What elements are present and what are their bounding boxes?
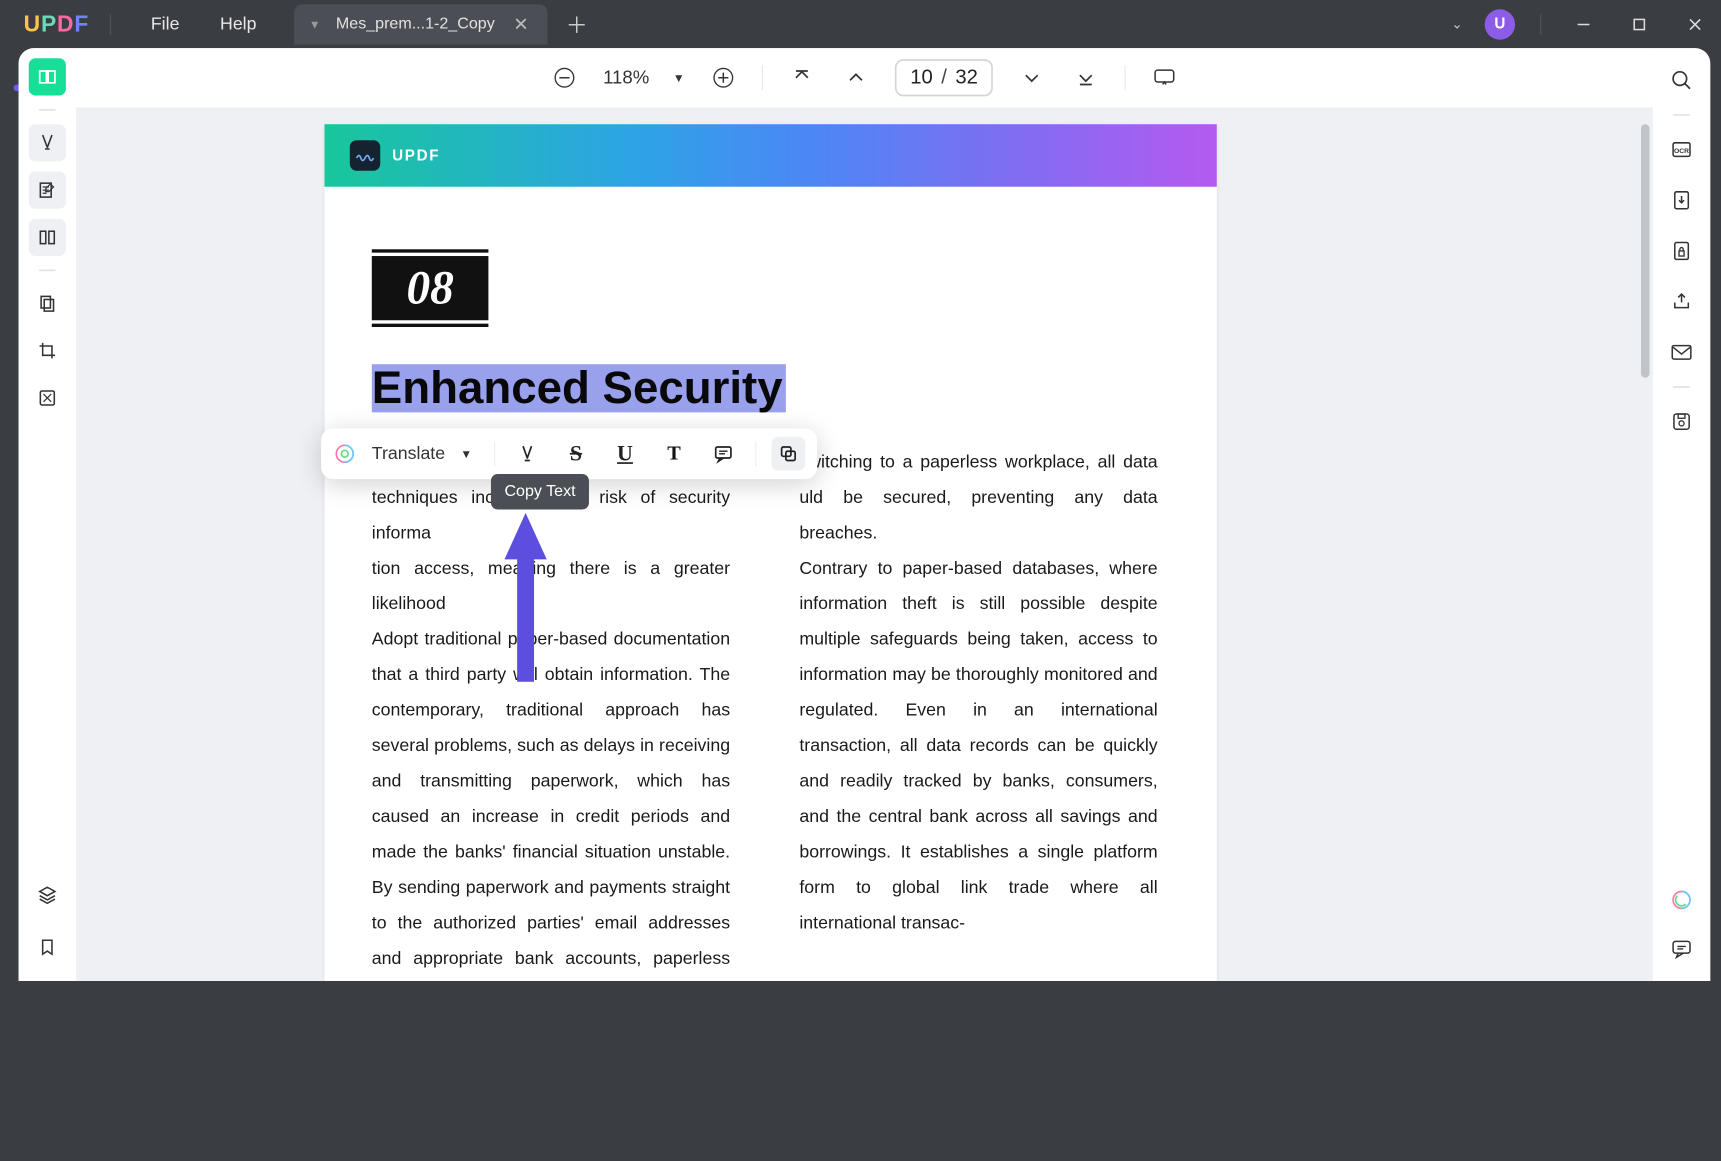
page-sep: / <box>941 66 947 90</box>
main-frame: 118% ▼ 10 / 32 <box>19 48 1711 981</box>
text-style-button[interactable]: T <box>657 437 691 471</box>
window-controls: ⌄ U <box>1451 0 1712 48</box>
underline-button[interactable]: U <box>608 437 642 471</box>
scrollbar[interactable] <box>1641 124 1649 964</box>
export-button[interactable] <box>1665 183 1699 217</box>
crop-tool-button[interactable] <box>29 332 66 369</box>
new-tab-button[interactable]: ＋ <box>566 8 588 39</box>
separator <box>1673 386 1690 388</box>
separator <box>39 109 56 111</box>
copy-text-button[interactable] <box>771 437 805 471</box>
minimize-button[interactable] <box>1567 7 1601 41</box>
separator <box>1673 114 1690 116</box>
app-logo: UPDF <box>24 11 90 37</box>
translate-icon <box>333 442 357 466</box>
svg-text:OCR: OCR <box>1674 148 1689 155</box>
save-button[interactable] <box>1665 405 1699 439</box>
maximize-button[interactable] <box>1622 7 1656 41</box>
document-tab[interactable]: ▼ Mes_prem...1-2_Copy ✕ <box>294 4 548 45</box>
page-tools-button[interactable] <box>29 285 66 322</box>
underline-icon: U <box>617 441 633 466</box>
menu-file[interactable]: File <box>131 5 200 42</box>
close-button[interactable] <box>1678 7 1712 41</box>
first-page-button[interactable] <box>787 63 817 93</box>
recent-files-dropdown-icon[interactable]: ⌄ <box>1451 16 1462 33</box>
search-button[interactable] <box>1665 63 1699 97</box>
organize-pages-button[interactable] <box>29 219 66 256</box>
tab-label: Mes_prem...1-2_Copy <box>332 15 498 34</box>
email-button[interactable] <box>1665 335 1699 369</box>
separator <box>1125 65 1126 90</box>
next-page-button[interactable] <box>1017 63 1047 93</box>
reader-mode-button[interactable] <box>29 58 66 95</box>
add-comment-button[interactable] <box>706 437 740 471</box>
avatar[interactable]: U <box>1485 9 1515 39</box>
separator <box>755 441 756 466</box>
left-sidebar <box>19 48 76 981</box>
tab-strip: ▼ Mes_prem...1-2_Copy ✕ ＋ <box>294 4 588 45</box>
section-number: 08 <box>372 256 489 320</box>
last-page-button[interactable] <box>1071 63 1101 93</box>
bookmark-button[interactable] <box>29 929 66 966</box>
separator <box>1540 14 1541 34</box>
separator <box>762 65 763 90</box>
separator <box>109 14 110 34</box>
center-area: 118% ▼ 10 / 32 <box>76 48 1653 981</box>
strikethrough-button[interactable]: S <box>559 437 593 471</box>
titlebar: UPDF File Help ▼ Mes_prem...1-2_Copy ✕ ＋… <box>0 0 1720 48</box>
strikethrough-icon: S <box>570 441 582 466</box>
page-header: UPDF <box>324 124 1216 187</box>
brand-text: UPDF <box>392 147 440 165</box>
scrollbar-thumb[interactable] <box>1641 124 1649 378</box>
tooltip-copy-text: Copy Text <box>491 474 589 509</box>
highlight-button[interactable] <box>510 437 544 471</box>
translate-button[interactable]: Translate <box>372 444 445 464</box>
chat-button[interactable] <box>1665 932 1699 966</box>
total-pages: 32 <box>955 66 978 90</box>
separator <box>494 441 495 466</box>
section-number-block: 08 <box>372 249 489 327</box>
text: uld be secured, preventing any data brea… <box>799 480 1157 551</box>
edit-tool-button[interactable] <box>29 172 66 209</box>
body-columns: Adopt traditional paper-based documentat… <box>372 444 1170 981</box>
layers-button[interactable] <box>29 876 66 913</box>
top-toolbar: 118% ▼ 10 / 32 <box>76 48 1653 107</box>
page-number-box[interactable]: 10 / 32 <box>895 59 993 96</box>
zoom-in-button[interactable] <box>708 63 738 93</box>
menu-help[interactable]: Help <box>200 5 277 42</box>
brand-badge-icon <box>350 140 380 170</box>
current-page: 10 <box>910 66 933 90</box>
selection-toolbar: Translate ▼ S U T <box>321 428 817 479</box>
zoom-dropdown-icon[interactable]: ▼ <box>673 71 685 85</box>
document-viewport[interactable]: UPDF 08 Enhanced Security Adopt traditio… <box>76 107 1653 981</box>
translate-dropdown-icon[interactable]: ▼ <box>460 447 472 461</box>
text-icon: T <box>667 442 681 465</box>
tab-close-icon[interactable]: ✕ <box>510 13 532 35</box>
column-right: switching to a paperless workplace, all … <box>799 444 1157 981</box>
separator <box>39 270 56 272</box>
comment-tool-button[interactable] <box>29 124 66 161</box>
zoom-out-button[interactable] <box>549 63 579 93</box>
redact-tool-button[interactable] <box>29 379 66 416</box>
share-button[interactable] <box>1665 285 1699 319</box>
prev-page-button[interactable] <box>841 63 871 93</box>
tab-dropdown-icon[interactable]: ▼ <box>309 17 321 31</box>
right-sidebar: OCR <box>1653 48 1710 981</box>
text: switching to a paperless workplace, all … <box>799 444 1157 479</box>
section-title-selected[interactable]: Enhanced Security <box>372 364 786 412</box>
text: Contrary to paper-based databases, where… <box>799 558 1157 932</box>
protect-button[interactable] <box>1665 234 1699 268</box>
zoom-level: 118% <box>603 67 649 89</box>
annotation-arrow-icon <box>500 513 551 682</box>
ai-assistant-button[interactable] <box>1665 883 1699 917</box>
ocr-button[interactable]: OCR <box>1665 133 1699 167</box>
document-page: UPDF 08 Enhanced Security Adopt traditio… <box>324 124 1216 981</box>
presentation-button[interactable] <box>1149 63 1179 93</box>
